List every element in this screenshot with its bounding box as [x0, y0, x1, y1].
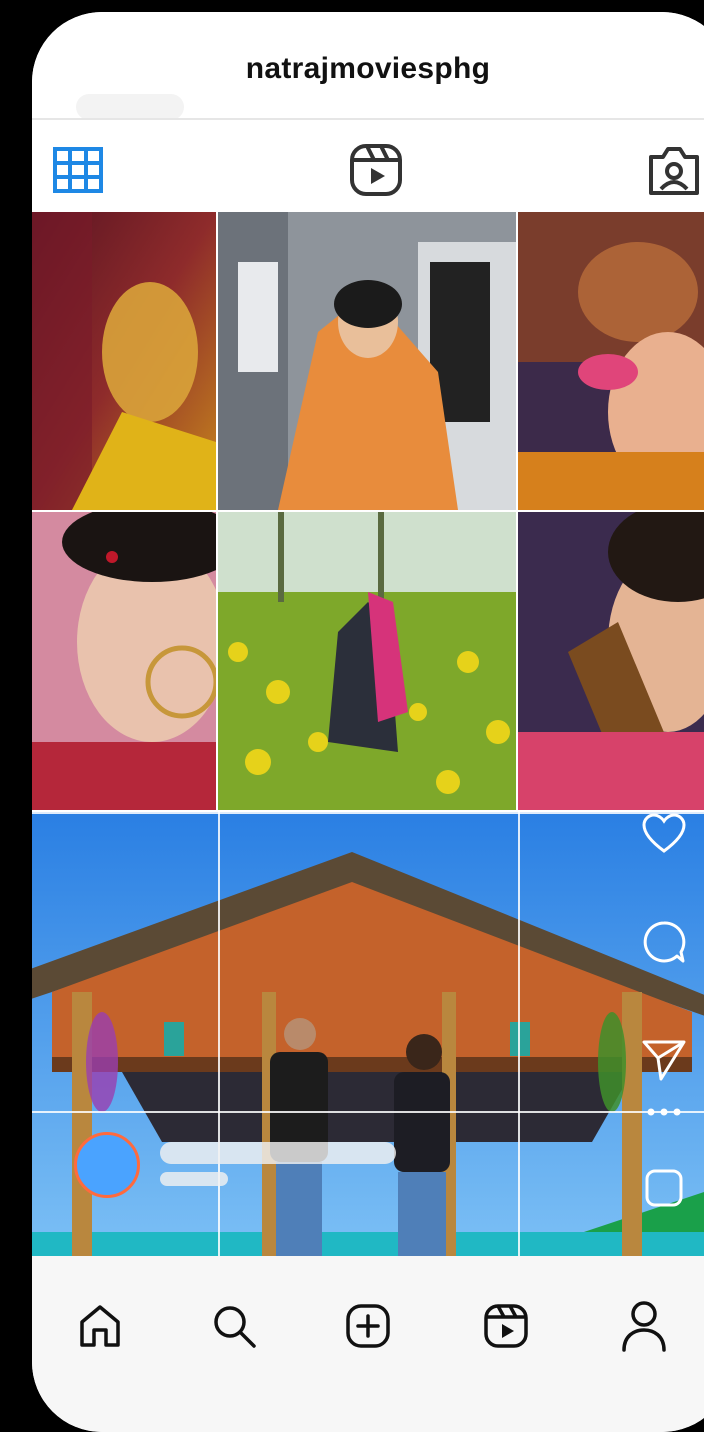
post-image — [518, 512, 704, 810]
post-thumbnail[interactable] — [218, 212, 516, 510]
nav-search[interactable] — [204, 1296, 264, 1356]
grid-divider — [32, 812, 704, 814]
bottom-navigation — [32, 1256, 704, 1432]
save-icon — [645, 1169, 683, 1207]
tagged-icon — [649, 147, 699, 195]
header-placeholder-pill — [76, 94, 184, 120]
caption-placeholder — [160, 1142, 396, 1164]
share-button[interactable] — [638, 1034, 690, 1086]
nav-create[interactable] — [338, 1296, 398, 1356]
profile-username: natrajmoviesphg — [245, 52, 491, 85]
tab-tagged[interactable] — [646, 142, 702, 198]
post-image — [518, 212, 704, 510]
profile-icon — [622, 1301, 666, 1352]
post-thumbnail[interactable] — [32, 212, 216, 510]
profile-header: natrajmoviesphg — [32, 12, 704, 120]
grid-divider — [518, 812, 520, 1256]
post-image — [32, 512, 216, 810]
nav-reels[interactable] — [476, 1296, 536, 1356]
post-image — [218, 212, 516, 510]
more-icon — [647, 1108, 681, 1116]
share-icon — [642, 1040, 686, 1081]
nav-profile[interactable] — [614, 1296, 674, 1356]
create-icon — [346, 1304, 390, 1348]
caption-placeholder — [160, 1172, 228, 1186]
profile-tabs — [32, 118, 704, 214]
grid-divider — [218, 812, 220, 1256]
grid-icon — [53, 147, 103, 193]
nav-home[interactable] — [70, 1296, 130, 1356]
more-button[interactable] — [638, 1098, 690, 1126]
post-thumbnail[interactable] — [518, 212, 704, 510]
reel-author-avatar[interactable] — [74, 1132, 140, 1198]
comment-icon — [643, 921, 686, 963]
post-thumbnail[interactable] — [32, 512, 216, 810]
post-thumbnail[interactable] — [218, 512, 516, 810]
phone-screen: natrajmoviesphg — [32, 12, 704, 1432]
save-button[interactable] — [638, 1162, 690, 1214]
post-thumbnail[interactable] — [518, 512, 704, 810]
reel-preview[interactable] — [32, 812, 704, 1256]
search-icon — [214, 1306, 256, 1348]
tab-grid[interactable] — [50, 142, 106, 198]
grid-divider — [32, 1111, 704, 1113]
like-button[interactable] — [638, 808, 690, 860]
reels-icon — [350, 144, 402, 196]
posts-grid — [32, 212, 704, 812]
heart-icon — [642, 813, 686, 853]
post-image — [218, 512, 516, 810]
reels-icon — [484, 1304, 528, 1348]
home-icon — [80, 1305, 120, 1347]
post-image — [32, 212, 216, 510]
tab-reels[interactable] — [348, 142, 404, 198]
comment-button[interactable] — [638, 916, 690, 968]
reel-image — [32, 812, 704, 1256]
